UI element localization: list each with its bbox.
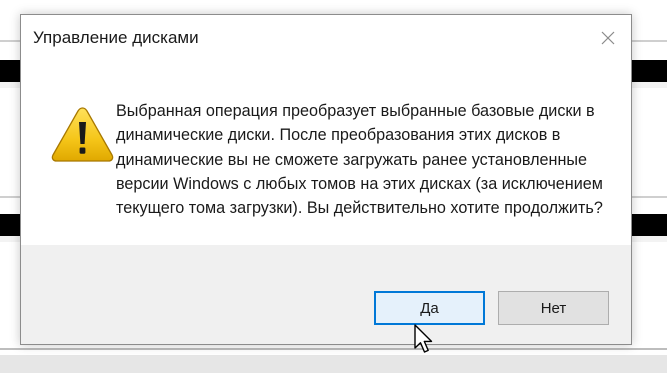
yes-button[interactable]: Да xyxy=(374,291,485,325)
close-icon xyxy=(601,31,615,45)
dialog-message: Выбранная операция преобразует выбранные… xyxy=(116,102,603,218)
title-bar[interactable]: Управление дисками xyxy=(21,15,631,61)
dialog-title: Управление дисками xyxy=(33,28,199,47)
no-button[interactable]: Нет xyxy=(498,291,609,325)
close-button[interactable] xyxy=(585,15,631,61)
dialog-footer: Да Нет xyxy=(21,245,631,344)
message-dialog: Управление дисками Выбранная операция пр… xyxy=(20,14,632,345)
warning-icon xyxy=(51,107,114,162)
background-stripe xyxy=(0,355,667,373)
dialog-content: Выбранная операция преобразует выбранные… xyxy=(21,61,631,245)
background-divider xyxy=(0,348,667,350)
